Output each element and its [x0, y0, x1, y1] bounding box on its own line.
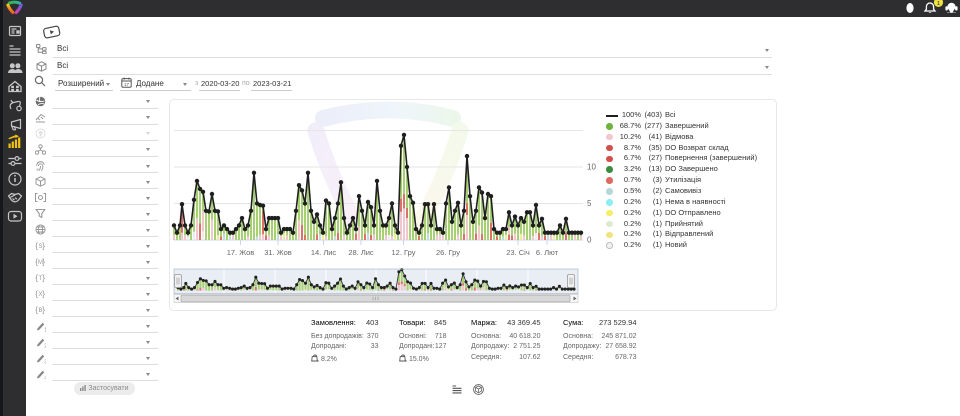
- svg-text:23. Січ: 23. Січ: [506, 248, 530, 257]
- svg-text:}: }: [42, 289, 45, 299]
- svg-text:26. Гру: 26. Гру: [436, 248, 460, 257]
- svg-text:x: x: [317, 359, 319, 362]
- svg-text:10: 10: [587, 163, 596, 172]
- svg-text:?: ?: [39, 131, 43, 138]
- svg-text:14. Лис: 14. Лис: [311, 248, 337, 257]
- svg-text:3: 3: [44, 359, 46, 364]
- svg-text:17: 17: [124, 82, 130, 87]
- svg-text:4: 4: [44, 375, 46, 380]
- svg-text:1: 1: [44, 327, 46, 332]
- svg-text:12. Гру: 12. Гру: [392, 248, 416, 257]
- svg-text:}: }: [42, 305, 45, 315]
- svg-text:28. Лис: 28. Лис: [348, 248, 374, 257]
- svg-text:x: x: [405, 359, 407, 362]
- svg-text:1: 1: [937, 1, 940, 7]
- svg-text:}: }: [42, 273, 45, 283]
- svg-text:2: 2: [44, 343, 46, 348]
- svg-text:}: }: [42, 257, 45, 267]
- svg-text:6. Лют: 6. Лют: [536, 248, 559, 257]
- svg-text:31. Жов: 31. Жов: [264, 248, 292, 257]
- svg-text:17. Жов: 17. Жов: [227, 248, 255, 257]
- svg-text:}: }: [42, 240, 45, 250]
- svg-text:0: 0: [587, 236, 592, 245]
- svg-text:5: 5: [587, 199, 592, 208]
